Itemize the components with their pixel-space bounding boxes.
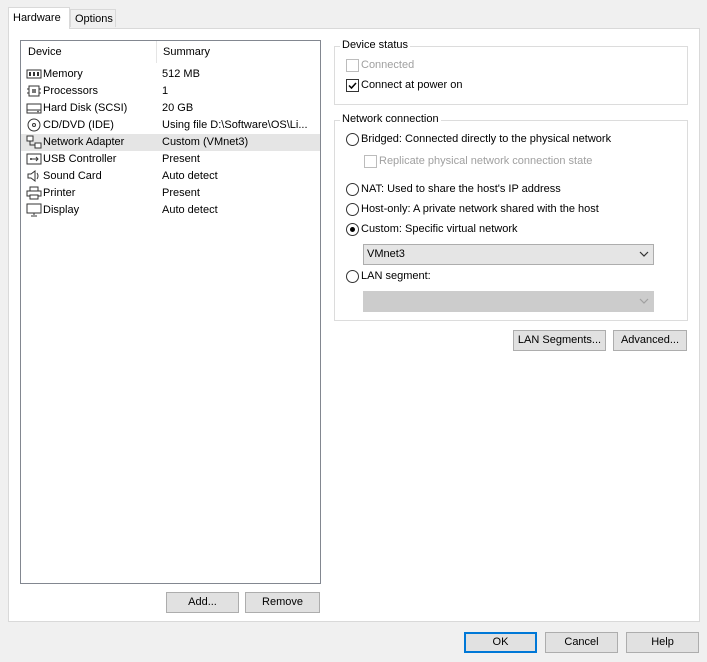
memory-icon [26,69,42,79]
tab-hardware-label: Hardware [13,12,61,24]
ok-button-label: OK [492,636,509,648]
tab-options-label: Options [75,13,113,25]
connected-checkbox[interactable] [346,59,359,72]
help-button-label: Help [651,636,674,648]
bridged-radio[interactable] [346,133,359,146]
device-summary: 1 [162,85,169,97]
device-name: Hard Disk (SCSI) [43,102,128,114]
remove-button[interactable]: Remove [245,592,320,613]
list-item[interactable]: Hard Disk (SCSI) 20 GB [21,100,320,117]
speaker-icon [27,170,39,182]
device-name: Display [43,204,80,216]
usb-icon [26,153,42,165]
device-name: Processors [43,85,99,97]
cd-dvd-icon [27,118,41,132]
custom-label: Custom: Specific virtual network [361,223,518,235]
cancel-button[interactable]: Cancel [545,632,618,653]
remove-button-label: Remove [262,596,303,608]
connect-at-power-on-checkbox[interactable] [346,79,359,92]
replicate-label: Replicate physical network connection st… [379,155,593,167]
connect-at-power-on-label: Connect at power on [361,79,463,91]
bridged-label: Bridged: Connected directly to the physi… [361,133,612,145]
device-summary: 20 GB [162,102,194,114]
replicate-checkbox[interactable] [364,155,377,168]
ok-button[interactable]: OK [464,632,537,653]
lan-segments-button-label: LAN Segments... [517,334,602,346]
nat-label: NAT: Used to share the host's IP address [361,183,561,195]
list-item[interactable]: Network Adapter Custom (VMnet3) [21,134,320,151]
device-name: Memory [43,68,83,80]
list-item[interactable]: Processors 1 [21,83,320,100]
device-summary: Auto detect [162,170,218,182]
connected-label: Connected [361,59,415,71]
tab-hardware[interactable]: Hardware [8,7,70,29]
list-item[interactable]: CD/DVD (IDE) Using file D:\Software\OS\L… [21,117,320,134]
host-only-radio[interactable] [346,203,359,216]
list-item[interactable]: Printer Present [21,185,320,202]
tab-options[interactable]: Options [70,9,116,27]
host-only-label: Host-only: A private network shared with… [361,203,599,215]
printer-icon [26,186,42,200]
list-item[interactable]: USB Controller Present [21,151,320,168]
device-status-title: Device status [340,39,411,51]
checkmark-icon [348,82,357,90]
device-name: USB Controller [43,153,117,165]
lan-segment-label: LAN segment: [361,270,431,282]
device-summary: Present [162,187,200,199]
column-header-device-label: Device [28,46,62,58]
network-connection-title: Network connection [340,113,441,125]
device-name: CD/DVD (IDE) [43,119,114,131]
nat-radio[interactable] [346,183,359,196]
device-summary: Custom (VMnet3) [162,136,249,148]
device-status-group [334,46,688,105]
device-summary: 512 MB [162,68,200,80]
device-name: Network Adapter [43,136,125,148]
column-header-device[interactable]: Device [21,41,156,63]
list-item[interactable]: Sound Card Auto detect [21,168,320,185]
network-adapter-icon [26,135,42,149]
lan-segments-button[interactable]: LAN Segments... [513,330,606,351]
column-header-summary[interactable]: Summary [156,41,320,63]
advanced-button-label: Advanced... [620,334,680,346]
monitor-icon [26,203,42,217]
device-summary: Auto detect [162,204,218,216]
device-name: Sound Card [43,170,102,182]
advanced-button[interactable]: Advanced... [613,330,687,351]
column-header-summary-label: Summary [163,46,211,58]
custom-network-value: VMnet3 [367,248,405,260]
add-button-label: Add... [188,596,217,608]
custom-radio[interactable] [346,223,359,236]
device-summary: Using file D:\Software\OS\Li... [162,119,308,131]
hard-disk-icon [26,103,42,114]
chevron-down-icon [639,298,649,304]
chevron-down-icon [639,251,649,257]
custom-network-dropdown[interactable]: VMnet3 [363,244,654,265]
lan-segment-radio[interactable] [346,270,359,283]
lan-segment-dropdown[interactable] [363,291,654,312]
device-name: Printer [43,187,76,199]
list-item[interactable]: Display Auto detect [21,202,320,219]
processor-icon [27,85,41,97]
add-button[interactable]: Add... [166,592,239,613]
device-summary: Present [162,153,200,165]
help-button[interactable]: Help [626,632,699,653]
list-item[interactable]: Memory 512 MB [21,66,320,83]
device-list[interactable]: Device Summary Memory 512 MB Processors … [20,40,321,584]
radio-selected-dot [350,227,355,232]
cancel-button-label: Cancel [564,636,599,648]
